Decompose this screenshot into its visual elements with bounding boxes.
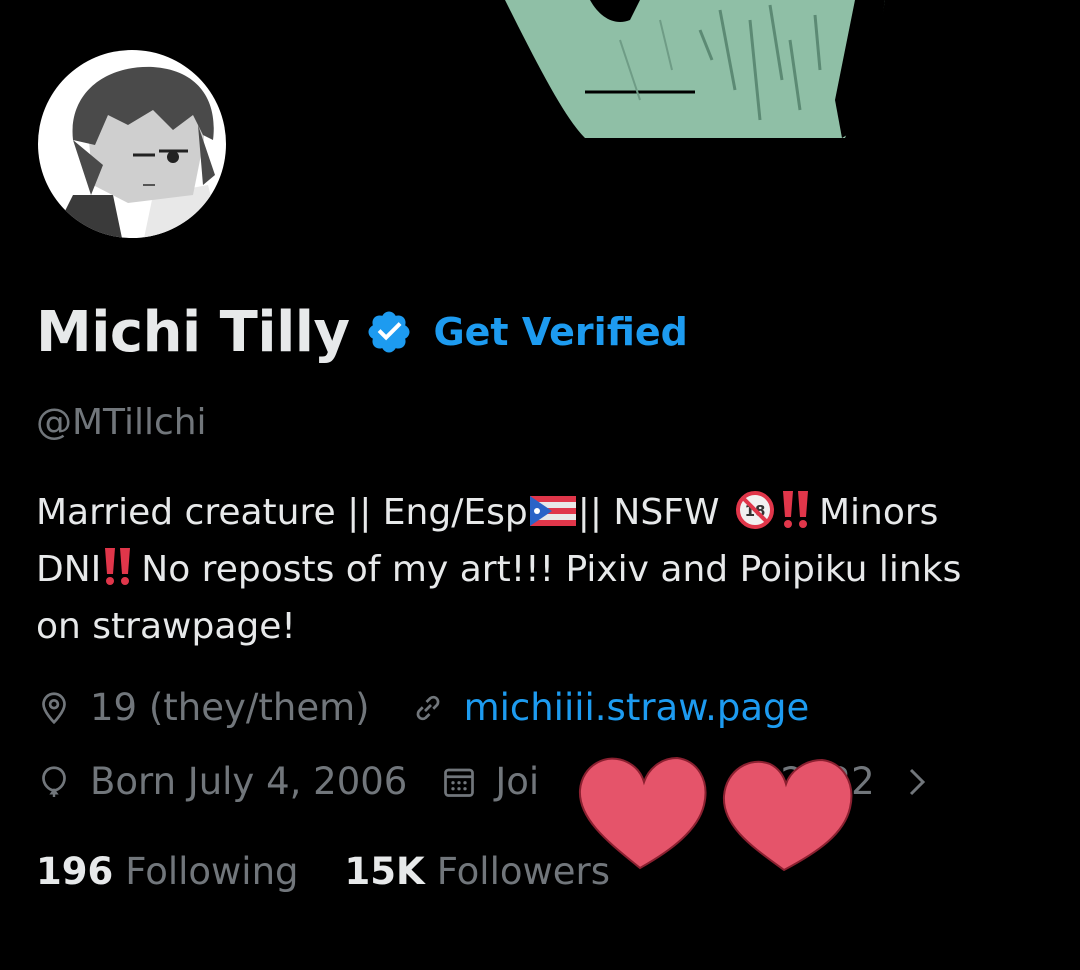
joined-text: Joi: [495, 760, 540, 803]
no-one-under-18-emoji: 18: [735, 491, 774, 529]
following-stat[interactable]: 196 Following: [36, 850, 299, 893]
location-text: 19 (they/them): [90, 686, 370, 729]
bio-text: Married creature || Eng/Esp: [36, 492, 528, 533]
link-icon: [416, 695, 439, 720]
double-exclamation-emoji: [105, 548, 131, 585]
bio-line-3: on strawpage!: [36, 598, 1046, 655]
bio-text: Minors: [818, 492, 939, 533]
name-row: Michi Tilly Get Verified: [36, 292, 688, 372]
display-name: Michi Tilly: [36, 299, 350, 365]
verified-badge-icon[interactable]: [365, 308, 413, 356]
avatar-image: [38, 50, 226, 238]
bio-line-1: Married creature || Eng/Esp || NSFW 18 M…: [36, 484, 1046, 541]
get-verified-link[interactable]: Get Verified: [433, 310, 687, 354]
location-pin-icon: [42, 691, 66, 724]
chevron-right-icon[interactable]: [903, 764, 931, 800]
followers-stat[interactable]: 15K Followers: [345, 850, 610, 893]
following-count: 196: [36, 850, 114, 893]
bio-text: DNI: [36, 549, 102, 590]
birthday-text: Born July 4, 2006: [90, 760, 408, 803]
bio-line-2: DNI No reposts of my art!!! Pixiv and Po…: [36, 541, 1046, 598]
profile-meta-row-1: 19 (they/them) michiiii.straw.page: [36, 686, 809, 729]
puerto-rico-flag-emoji: [529, 496, 576, 526]
bio-text: No reposts of my art!!! Pixiv and Poipik…: [141, 549, 962, 590]
following-label: Following: [125, 850, 299, 893]
balloon-icon: [42, 765, 66, 797]
bio-text: on strawpage!: [36, 606, 296, 647]
calendar-icon: [444, 768, 475, 797]
bio: Married creature || Eng/Esp || NSFW 18 M…: [36, 484, 1046, 655]
user-handle: @MTillchi: [36, 402, 207, 443]
website-link[interactable]: michiiii.straw.page: [464, 686, 810, 729]
red-hearts-sticker: [578, 756, 853, 872]
avatar[interactable]: [33, 45, 231, 243]
followers-count: 15K: [344, 850, 425, 893]
double-exclamation-emoji: [782, 491, 808, 528]
bio-text: || NSFW: [577, 492, 720, 533]
follow-stats: 196 Following 15K Followers: [36, 850, 610, 893]
